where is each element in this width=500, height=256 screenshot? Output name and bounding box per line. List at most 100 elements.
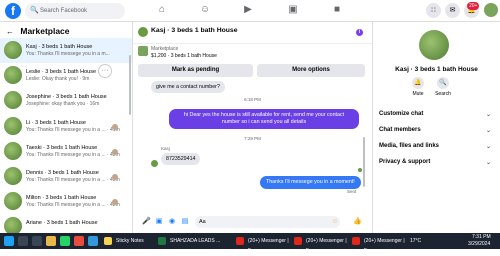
browser-icon xyxy=(294,237,302,245)
marketplace-icon[interactable]: ▣ xyxy=(287,4,299,16)
conversation-preview: Leslie: Okay thank you! · 9m xyxy=(26,76,90,83)
browser-icon xyxy=(352,237,360,245)
task-view-icon[interactable] xyxy=(32,236,42,246)
search-conversation-button[interactable]: 🔍 Search xyxy=(433,77,453,97)
notification-badge: 20+ xyxy=(467,2,480,10)
whatsapp-icon[interactable] xyxy=(60,236,70,246)
message-bubble-out: hi Dear yes the house is still available… xyxy=(169,109,359,129)
conversation-preview: Josephine: okay thank you · 16m xyxy=(26,101,100,108)
section-label: Customize chat xyxy=(379,111,424,117)
app-icon[interactable] xyxy=(74,236,84,246)
media-files-links-section[interactable]: Media, files and links ⌄ xyxy=(379,143,491,150)
sticker-icon[interactable]: ◉ xyxy=(168,218,176,226)
chat-scrollbar[interactable] xyxy=(363,137,365,187)
taskbar-app-sticky-notes[interactable]: Sticky Notes xyxy=(104,236,154,246)
sent-status: Sent xyxy=(347,189,357,194)
friends-icon[interactable]: ☺ xyxy=(199,4,211,16)
sticky-notes-icon xyxy=(104,237,112,245)
read-receipt-avatar xyxy=(112,173,118,180)
app-icon[interactable] xyxy=(88,236,98,246)
listing-summary[interactable]: Marketplace $1,200 · 3 beds 1 bath House xyxy=(133,44,372,62)
taskbar-app-messenger[interactable]: (20+) Messenger | F... xyxy=(294,236,350,254)
more-options-button[interactable]: More options xyxy=(257,64,365,77)
mute-label: Mute xyxy=(412,91,424,97)
facebook-logo[interactable]: f xyxy=(5,3,21,19)
conversation-item[interactable]: Josephine · 3 beds 1 bath House Josephin… xyxy=(0,88,132,113)
conversation-name: Josephine · 3 beds 1 bath House xyxy=(26,94,107,101)
conversation-thumbnail xyxy=(4,41,22,59)
gif-icon[interactable]: ▤ xyxy=(181,218,189,226)
conversation-item[interactable]: Milton · 3 beds 1 bath House You: Thanks… xyxy=(0,189,132,214)
message-bubble-in: give me a contact number? xyxy=(151,81,225,93)
info-icon[interactable]: i xyxy=(356,29,363,36)
section-label: Privacy & support xyxy=(379,159,431,165)
contact-avatar xyxy=(419,30,449,60)
read-receipt-avatar xyxy=(112,148,118,155)
account-avatar[interactable] xyxy=(484,3,498,17)
conversation-thumbnail xyxy=(4,66,22,85)
sender-name: Kasj xyxy=(161,146,170,151)
search-icon: 🔍 xyxy=(437,77,449,89)
emoji-icon[interactable]: ☺ xyxy=(331,218,339,226)
privacy-support-section[interactable]: Privacy & support ⌄ xyxy=(379,159,491,166)
chevron-down-icon: ⌄ xyxy=(485,144,491,150)
taskbar-app-label: (20+) Messenger | F... xyxy=(248,238,289,254)
conversation-thumbnail xyxy=(4,91,22,110)
messenger-icon[interactable]: ✉ xyxy=(445,3,460,18)
like-icon[interactable]: 👍 xyxy=(353,218,362,226)
conversation-preview: You: Thanks I'll messege you in a m... xyxy=(26,51,110,57)
windows-taskbar: Sticky Notes SHAHZADA LEADS ... (20+) Me… xyxy=(0,233,500,254)
clock-date[interactable]: 3/29/2024 xyxy=(468,241,490,247)
message-composer: 🎤 ▣ ◉ ▤ Aa ☺ 👍 xyxy=(133,211,373,233)
chevron-down-icon: ⌄ xyxy=(485,112,491,118)
top-navigation-bar: f 🔍 Search Facebook ⌂ ☺ ▶ ▣ ■ ∷ ✉ 🔔 20+ xyxy=(0,0,500,22)
taskbar-app-leads[interactable]: SHAHZADA LEADS ... xyxy=(158,236,234,246)
chevron-down-icon: ⌄ xyxy=(485,128,491,134)
conversation-thumbnail xyxy=(4,116,22,135)
conversation-item[interactable]: Taeski · 3 beds 1 bath House You: Thanks… xyxy=(0,139,132,164)
conversation-item[interactable]: Kasj · 3 beds 1 bath House You: Thanks I… xyxy=(0,38,132,64)
image-icon[interactable]: ▣ xyxy=(155,218,163,226)
mark-pending-button[interactable]: Mark as pending xyxy=(138,64,253,77)
chat-title[interactable]: Kasj · 3 beds 1 bath House xyxy=(151,27,238,34)
conversation-sidebar: ← Marketplace Kasj · 3 beds 1 bath House… xyxy=(0,22,133,233)
chat-header: Kasj · 3 beds 1 bath House i xyxy=(133,22,372,44)
mute-button[interactable]: 🔔 Mute xyxy=(408,77,428,97)
windows-start-icon[interactable] xyxy=(4,236,14,246)
sidebar-title: Marketplace xyxy=(20,26,70,36)
customize-chat-section[interactable]: Customize chat ⌄ xyxy=(379,111,491,118)
search-label: Search xyxy=(435,91,451,97)
clock-time[interactable]: 7:31 PM xyxy=(472,234,491,240)
conversation-item[interactable]: Ariane · 3 beds 1 bath House xyxy=(0,214,132,233)
message-thread: give me a contact number? 6:18 PM hi Dea… xyxy=(133,79,372,194)
chat-members-section[interactable]: Chat members ⌄ xyxy=(379,127,491,134)
search-input[interactable]: 🔍 Search Facebook xyxy=(25,3,125,19)
conversation-item[interactable]: Li · 3 beds 1 bath House You: Thanks I'l… xyxy=(0,114,132,139)
message-input[interactable]: Aa xyxy=(195,216,340,228)
gaming-icon[interactable]: ■ xyxy=(331,4,343,16)
search-icon[interactable] xyxy=(18,236,28,246)
sidebar-scrollbar[interactable] xyxy=(129,55,131,115)
listing-label: Marketplace xyxy=(151,46,179,52)
chevron-down-icon: ⌄ xyxy=(485,160,491,166)
back-arrow-icon[interactable]: ← xyxy=(6,27,14,36)
timestamp: 7:29 PM xyxy=(244,136,261,141)
message-bubble-out: Thanks I'll messege you in a moment! xyxy=(260,176,361,189)
taskbar-app-label: (20+) Messenger | F... xyxy=(364,238,405,254)
taskbar-app-messenger[interactable]: (20+) Messenger | F... xyxy=(352,236,408,254)
excel-icon xyxy=(158,237,166,245)
conversation-thumbnail xyxy=(4,141,22,160)
home-icon[interactable]: ⌂ xyxy=(156,4,168,16)
microphone-icon[interactable]: 🎤 xyxy=(142,218,151,226)
conversation-item[interactable]: Leslie · 3 beds 1 bath House Leslie: Oka… xyxy=(0,63,132,88)
conversation-item[interactable]: Dennis · 3 beds 1 bath House You: Thanks… xyxy=(0,164,132,189)
menu-grid-icon[interactable]: ∷ xyxy=(426,3,441,18)
conversation-thumbnail xyxy=(4,166,22,185)
file-explorer-icon[interactable] xyxy=(46,236,56,246)
watch-icon[interactable]: ▶ xyxy=(242,4,254,16)
weather-temperature[interactable]: 17°C xyxy=(410,238,421,244)
conversation-more-button[interactable]: ··· xyxy=(98,64,112,78)
contact-name: Kasj · 3 beds 1 bath House xyxy=(395,66,478,73)
message-bubble-in: 8723529414 xyxy=(161,153,201,165)
taskbar-app-messenger[interactable]: (20+) Messenger | F... xyxy=(236,236,292,254)
